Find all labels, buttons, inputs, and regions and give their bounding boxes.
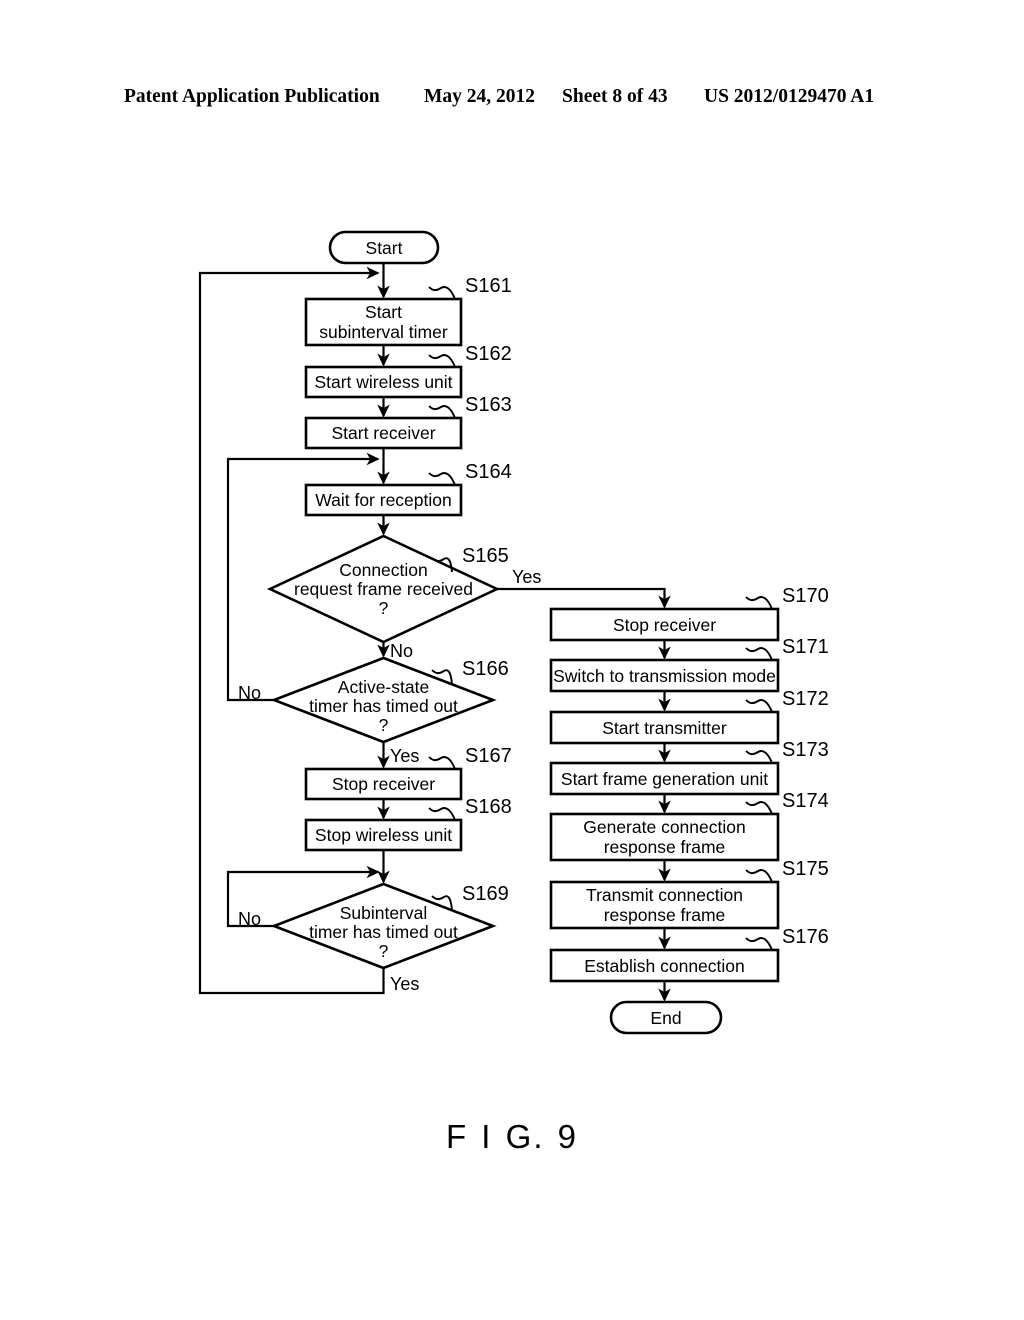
node-s174-label-line1: Generate connection: [583, 817, 745, 837]
step-label-s168: S168: [465, 796, 512, 818]
step-label-s175: S175: [782, 858, 829, 880]
step-label-s161: S161: [465, 275, 512, 297]
node-s164-label: Wait for reception: [315, 490, 452, 510]
node-s175: Transmit connection response frame S175: [549, 858, 829, 930]
edge-label-s166-yes: Yes: [390, 746, 419, 766]
step-label-s167: S167: [465, 745, 512, 767]
step-label-s173: S173: [782, 739, 829, 761]
step-label-s169: S169: [462, 883, 509, 905]
node-s175-label-line2: response frame: [604, 905, 726, 925]
edge-label-s165-no: No: [390, 641, 413, 661]
node-s173-label: Start frame generation unit: [561, 769, 768, 789]
step-label-s165: S165: [462, 545, 509, 567]
node-start-label: Start: [366, 238, 403, 258]
node-end-label: End: [650, 1008, 681, 1028]
node-s165: Connection request frame received ? S165: [266, 534, 509, 644]
node-s170-label: Stop receiver: [613, 615, 716, 635]
node-s163: Start receiver S163: [304, 394, 512, 450]
node-s165-label-line2: request frame received: [294, 579, 473, 599]
step-label-s166: S166: [462, 658, 509, 680]
node-s168-label: Stop wireless unit: [315, 825, 452, 845]
node-s174-label-line2: response frame: [604, 837, 726, 857]
node-s169-label-line2: timer has timed out: [309, 922, 458, 942]
step-label-s171: S171: [782, 636, 829, 658]
node-s171-label: Switch to transmission mode: [553, 666, 776, 686]
node-end: End: [609, 1000, 723, 1035]
edge-label-s169-yes: Yes: [390, 974, 419, 994]
node-s161: Start subinterval timer S161: [304, 275, 512, 347]
edge-label-s169-no: No: [238, 909, 261, 929]
node-s176-label: Establish connection: [584, 956, 745, 976]
node-s172-label: Start transmitter: [602, 718, 727, 738]
node-s162-label: Start wireless unit: [314, 372, 452, 392]
node-s169-label-line1: Subinterval: [340, 903, 428, 923]
node-s166: Active-state timer has timed out ? S166: [270, 656, 509, 744]
step-label-s163: S163: [465, 394, 512, 416]
node-start: Start: [328, 230, 440, 265]
node-s163-label: Start receiver: [331, 423, 435, 443]
node-s171: Switch to transmission mode S171: [549, 636, 829, 693]
node-s170: Stop receiver S170: [549, 585, 829, 642]
patent-figure-page: Patent Application Publication May 24, 2…: [0, 0, 1024, 1320]
node-s166-label-line3: ?: [379, 715, 389, 735]
node-s168: Stop wireless unit S168: [304, 796, 512, 852]
node-s174: Generate connection response frame S174: [549, 790, 829, 862]
node-s166-label-line1: Active-state: [338, 677, 429, 697]
edge-label-s166-no: No: [238, 683, 261, 703]
node-s175-label-line1: Transmit connection: [586, 885, 743, 905]
edge-label-s165-yes: Yes: [512, 567, 541, 587]
node-s169-label-line3: ?: [379, 941, 389, 961]
node-s167-label: Stop receiver: [332, 774, 435, 794]
step-label-s170: S170: [782, 585, 829, 607]
node-s161-label-line2: subinterval timer: [319, 322, 448, 342]
step-label-s172: S172: [782, 688, 829, 710]
node-s169: Subinterval timer has timed out ? S169: [270, 882, 509, 970]
step-label-s164: S164: [465, 461, 512, 483]
node-s176: Establish connection S176: [549, 926, 829, 983]
node-s166-label-line2: timer has timed out: [309, 696, 458, 716]
step-label-s174: S174: [782, 790, 829, 812]
step-label-s162: S162: [465, 343, 512, 365]
figure-caption: F I G. 9: [445, 1118, 579, 1155]
step-label-s176: S176: [782, 926, 829, 948]
node-s164: Wait for reception S164: [304, 461, 512, 517]
node-s161-label-line1: Start: [365, 302, 402, 322]
node-s165-label-line3: ?: [379, 598, 389, 618]
node-s165-label-line1: Connection: [339, 560, 428, 580]
node-s173: Start frame generation unit S173: [549, 739, 829, 796]
node-s162: Start wireless unit S162: [304, 343, 512, 399]
node-s172: Start transmitter S172: [549, 688, 829, 745]
edge-s165-yes-to-s170: [497, 587, 671, 609]
